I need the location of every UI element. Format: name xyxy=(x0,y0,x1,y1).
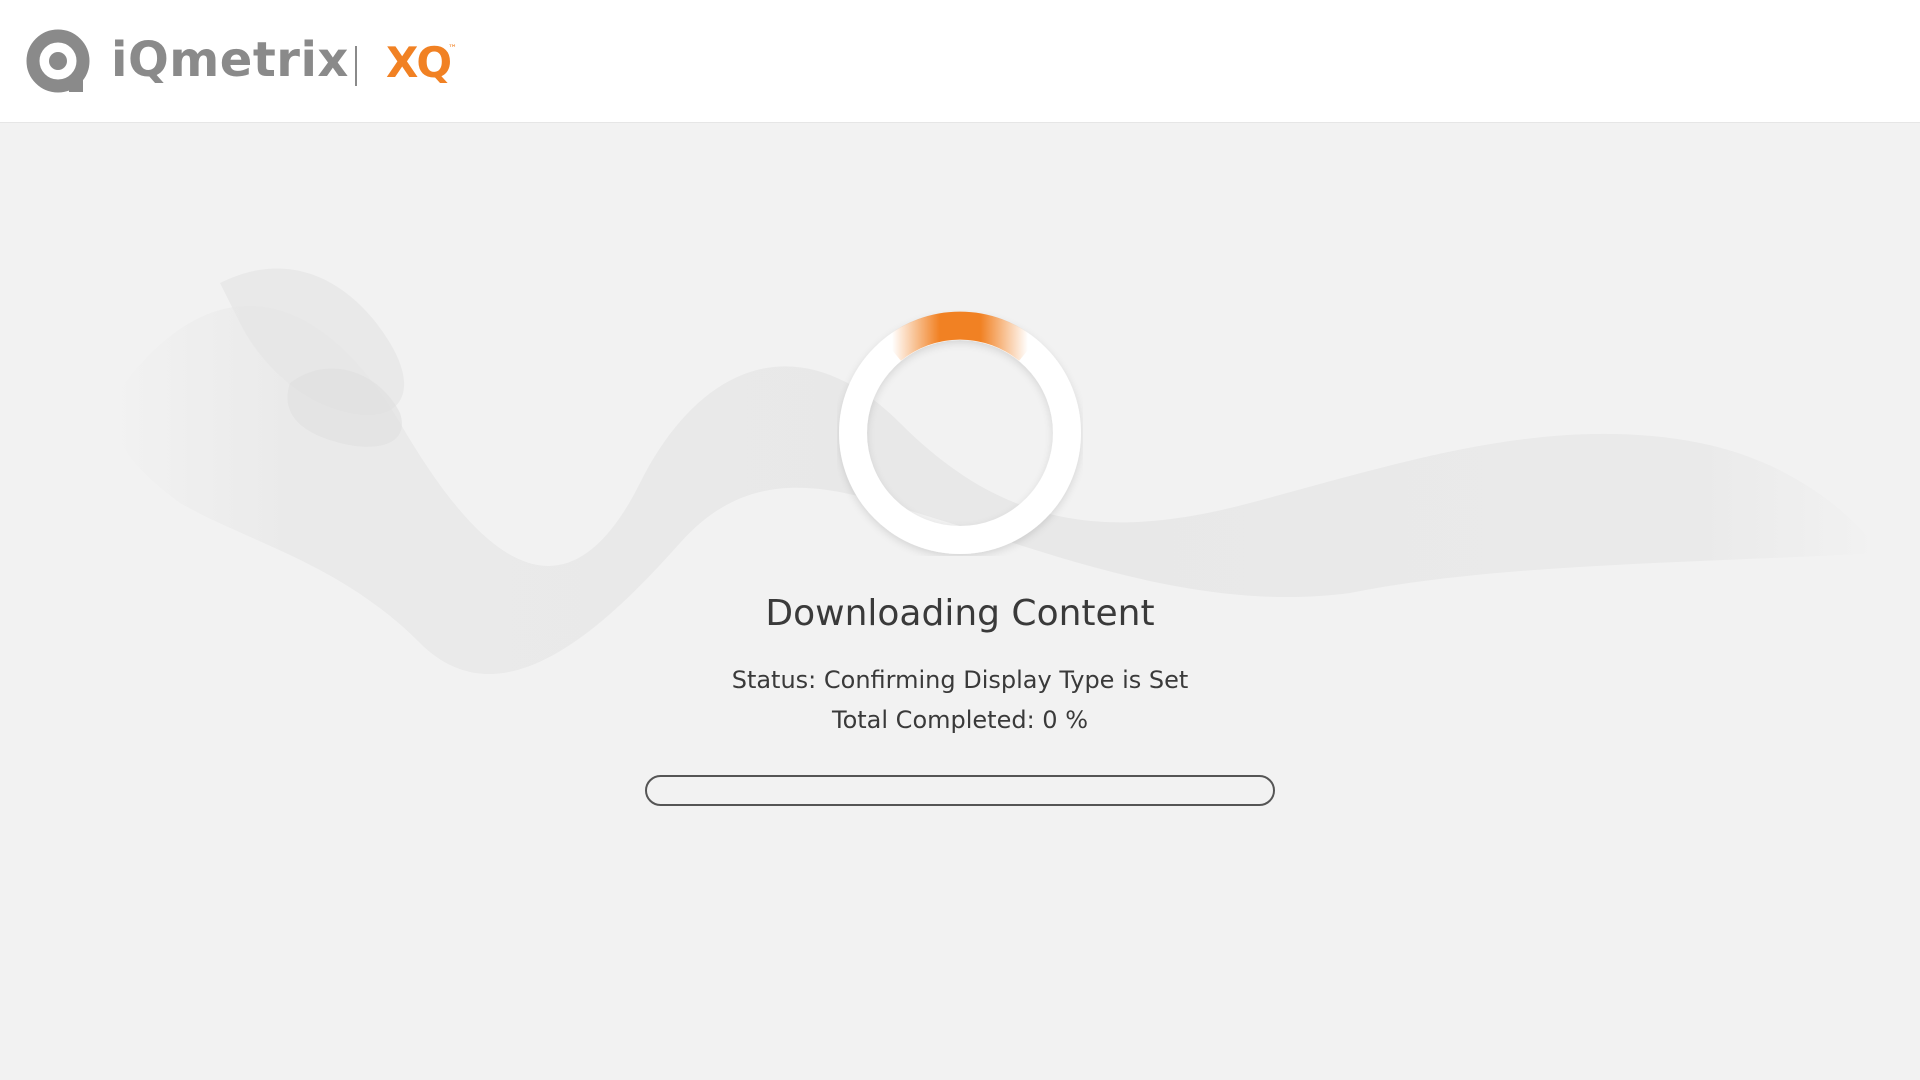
brand-divider xyxy=(355,46,357,86)
status-text: Status: Confirming Display Type is Set xyxy=(731,666,1189,694)
brand-name: iQmetrix xyxy=(111,32,349,88)
total-completed-text: Total Completed: 0 % xyxy=(832,706,1088,734)
download-progress-bar xyxy=(645,775,1275,806)
product-name: XQ xyxy=(386,38,452,87)
header-bar: iQmetrix XQ ™ xyxy=(0,0,1920,123)
page-title: Downloading Content xyxy=(765,593,1155,634)
loading-spinner-icon xyxy=(839,311,1081,554)
iqmetrix-q-logo-icon xyxy=(26,29,90,93)
trademark-mark: ™ xyxy=(448,44,457,54)
